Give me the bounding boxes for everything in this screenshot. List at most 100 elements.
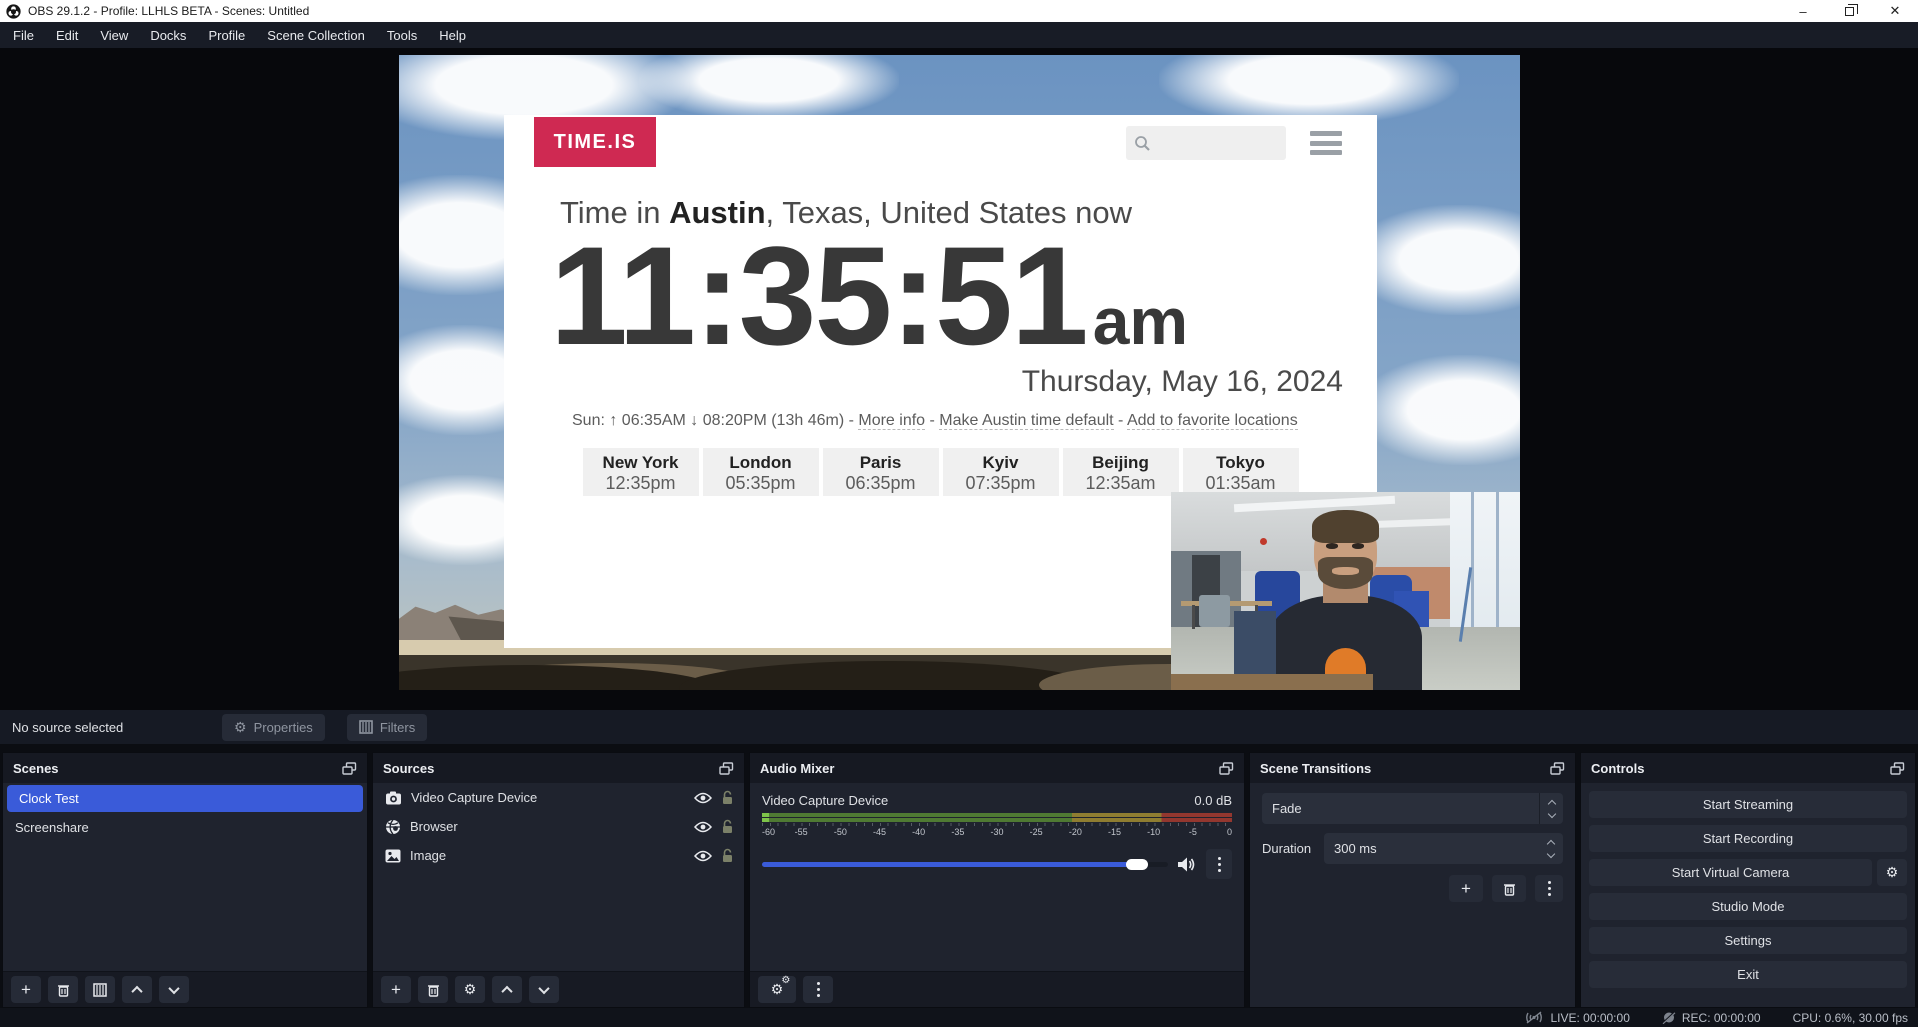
duration-spinner[interactable]: [1539, 833, 1563, 864]
popout-icon[interactable]: [719, 762, 734, 775]
duration-label: Duration: [1262, 841, 1314, 856]
transition-select[interactable]: Fade: [1262, 793, 1563, 824]
transition-select-spinner[interactable]: [1539, 793, 1563, 824]
unlock-icon[interactable]: [721, 790, 734, 805]
volume-slider[interactable]: [762, 862, 1168, 867]
source-item-video-capture[interactable]: Video Capture Device: [373, 783, 744, 812]
audio-mixer-panel: Audio Mixer Video Capture Device 0.0 dB: [749, 752, 1245, 1008]
controls-panel: Controls Start Streaming Start Recording…: [1580, 752, 1916, 1008]
city-tile-kyiv[interactable]: Kyiv 07:35pm: [943, 448, 1059, 496]
popout-icon[interactable]: [1550, 762, 1565, 775]
city-tile-paris[interactable]: Paris 06:35pm: [823, 448, 939, 496]
mixer-menu-button[interactable]: [803, 976, 833, 1003]
unlock-icon[interactable]: [721, 819, 734, 834]
start-virtual-camera-button[interactable]: Start Virtual Camera: [1589, 859, 1872, 886]
filter-icon: [93, 983, 107, 997]
vertical-dots-icon: [1218, 857, 1221, 872]
add-source-button[interactable]: +: [381, 976, 411, 1003]
menu-edit[interactable]: Edit: [45, 22, 89, 48]
studio-mode-button[interactable]: Studio Mode: [1589, 893, 1907, 920]
volume-slider-handle[interactable]: [1126, 859, 1148, 870]
start-recording-button[interactable]: Start Recording: [1589, 825, 1907, 852]
sun-info: Sun: ↑ 06:35AM ↓ 08:20PM (13h 46m): [572, 412, 844, 429]
scene-item-screenshare[interactable]: Screenshare: [3, 814, 367, 841]
scene-transitions-panel: Scene Transitions Fade D: [1249, 752, 1576, 1008]
trash-icon: [427, 983, 440, 997]
controls-title: Controls: [1591, 761, 1644, 776]
move-scene-down-button[interactable]: [159, 976, 189, 1003]
settings-button[interactable]: Settings: [1589, 927, 1907, 954]
volume-meter-left: [762, 813, 1232, 817]
source-context-toolbar: No source selected ⚙ Properties Filters: [0, 710, 1918, 744]
move-scene-up-button[interactable]: [122, 976, 152, 1003]
more-info-link[interactable]: More info: [858, 412, 925, 430]
chevron-down-icon: [168, 982, 179, 993]
dock-area: Scenes Clock Test Screenshare +: [0, 752, 1918, 1008]
eye-icon[interactable]: [694, 850, 712, 862]
timeis-search-input[interactable]: [1126, 126, 1286, 160]
obs-logo-icon: [6, 4, 21, 19]
timeis-clock: 11:35:51am: [550, 215, 1188, 377]
properties-button[interactable]: ⚙ Properties: [222, 714, 325, 741]
menu-scene-collection[interactable]: Scene Collection: [256, 22, 376, 48]
add-favorite-link[interactable]: Add to favorite locations: [1127, 412, 1298, 430]
city-tile-new-york[interactable]: New York 12:35pm: [583, 448, 699, 496]
obs-window: OBS 29.1.2 - Profile: LLHLS BETA - Scene…: [0, 0, 1918, 1027]
unlock-icon[interactable]: [721, 848, 734, 863]
menu-help[interactable]: Help: [428, 22, 477, 48]
popout-icon[interactable]: [1890, 762, 1905, 775]
transition-menu-button[interactable]: [1535, 875, 1563, 902]
minimize-button[interactable]: –: [1780, 0, 1826, 22]
source-properties-button[interactable]: ⚙: [455, 976, 485, 1003]
menu-file[interactable]: File: [2, 22, 45, 48]
timeis-logo[interactable]: TIME.IS: [534, 117, 656, 167]
cloud: [639, 55, 899, 120]
chevron-down-icon: [538, 982, 549, 993]
eye-icon[interactable]: [694, 792, 712, 804]
trash-icon: [57, 983, 70, 997]
source-item-image[interactable]: Image: [373, 841, 744, 870]
advanced-audio-button[interactable]: ⚙⚙: [758, 976, 796, 1003]
city-tile-tokyo[interactable]: Tokyo 01:35am: [1183, 448, 1299, 496]
status-bar: LIVE: 00:00:00 REC: 00:00:00 CPU: 0.6%, …: [0, 1008, 1918, 1027]
move-source-down-button[interactable]: [529, 976, 559, 1003]
speaker-icon[interactable]: [1177, 856, 1197, 873]
mixer-channel-menu-button[interactable]: [1206, 849, 1232, 879]
make-default-link[interactable]: Make Austin time default: [939, 412, 1113, 430]
popout-icon[interactable]: [1219, 762, 1234, 775]
move-source-up-button[interactable]: [492, 976, 522, 1003]
remove-scene-button[interactable]: [48, 976, 78, 1003]
hamburger-menu-icon[interactable]: [1310, 131, 1342, 155]
scenes-panel: Scenes Clock Test Screenshare +: [2, 752, 368, 1008]
remove-transition-button[interactable]: [1492, 875, 1526, 902]
city-tile-beijing[interactable]: Beijing 12:35am: [1063, 448, 1179, 496]
menu-bar: File Edit View Docks Profile Scene Colle…: [0, 22, 1918, 48]
menu-profile[interactable]: Profile: [197, 22, 256, 48]
duration-input[interactable]: 300 ms: [1324, 833, 1563, 864]
virtual-camera-settings-button[interactable]: ⚙: [1877, 859, 1907, 886]
menu-tools[interactable]: Tools: [376, 22, 428, 48]
restore-button[interactable]: [1826, 0, 1872, 22]
source-item-browser[interactable]: Browser: [373, 812, 744, 841]
close-button[interactable]: ✕: [1872, 0, 1918, 22]
scene-filters-button[interactable]: [85, 976, 115, 1003]
webcam-video-source[interactable]: [1171, 492, 1520, 690]
exit-button[interactable]: Exit: [1589, 961, 1907, 988]
city-tile-london[interactable]: London 05:35pm: [703, 448, 819, 496]
scene-item-clock-test[interactable]: Clock Test: [7, 785, 363, 812]
menu-docks[interactable]: Docks: [139, 22, 197, 48]
popout-icon[interactable]: [342, 762, 357, 775]
menu-view[interactable]: View: [89, 22, 139, 48]
window-title: OBS 29.1.2 - Profile: LLHLS BETA - Scene…: [28, 4, 309, 18]
chevron-up-icon: [501, 985, 512, 996]
eye-icon[interactable]: [694, 821, 712, 833]
remove-source-button[interactable]: [418, 976, 448, 1003]
add-scene-button[interactable]: +: [11, 976, 41, 1003]
start-streaming-button[interactable]: Start Streaming: [1589, 791, 1907, 818]
audio-mixer-title: Audio Mixer: [760, 761, 834, 776]
filters-button[interactable]: Filters: [347, 714, 427, 741]
scene-canvas[interactable]: TIME.IS Time in Austin, Texas, United St…: [399, 55, 1520, 690]
sources-panel: Sources Video Capture Device: [372, 752, 745, 1008]
cpu-fps-stats: CPU: 0.6%, 30.00 fps: [1793, 1011, 1908, 1025]
add-transition-button[interactable]: +: [1449, 875, 1483, 902]
